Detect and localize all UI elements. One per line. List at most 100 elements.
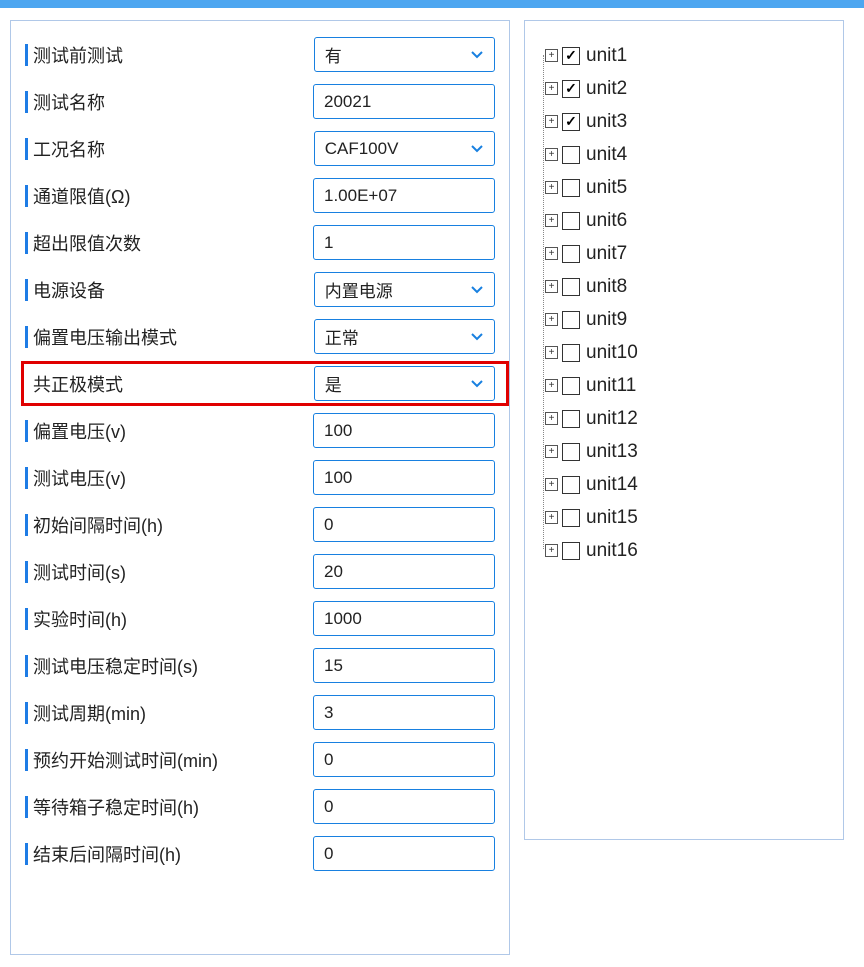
expand-icon[interactable]: + [545, 49, 558, 62]
form-select[interactable]: 内置电源 [314, 272, 495, 307]
form-label: 测试电压(v) [25, 465, 313, 491]
tree-item: +unit8 [537, 270, 831, 303]
unit-checkbox[interactable] [562, 311, 580, 329]
form-label: 测试名称 [25, 89, 313, 115]
unit-label: unit11 [586, 375, 636, 397]
expand-icon[interactable]: + [545, 82, 558, 95]
form-select[interactable]: 有 [314, 37, 495, 72]
unit-label: unit1 [586, 45, 627, 67]
chevron-down-icon [470, 50, 484, 60]
form-input[interactable] [313, 836, 495, 871]
unit-label: unit2 [586, 78, 627, 100]
form-row-12: 实验时间(h) [25, 601, 495, 636]
form-label: 测试前测试 [25, 42, 314, 68]
unit-checkbox[interactable] [562, 80, 580, 98]
expand-icon[interactable]: + [545, 148, 558, 161]
expand-icon[interactable]: + [545, 379, 558, 392]
tree-item: +unit4 [537, 138, 831, 171]
form-input[interactable] [313, 742, 495, 777]
unit-checkbox[interactable] [562, 509, 580, 527]
form-input[interactable] [313, 225, 495, 260]
unit-label: unit14 [586, 474, 638, 496]
form-row-5: 电源设备内置电源 [25, 272, 495, 307]
expand-icon[interactable]: + [545, 313, 558, 326]
tree-item: + unit5 [537, 171, 831, 204]
tree-list: +unit1+unit2+unit3+unit4+unit5+unit6+uni… [537, 39, 831, 567]
form-select[interactable]: 是 [314, 366, 495, 401]
unit-label: unit12 [586, 408, 638, 430]
expand-icon[interactable]: + [545, 247, 558, 260]
form-input[interactable] [313, 178, 495, 213]
unit-label: unit3 [586, 111, 627, 133]
unit-label: unit5 [586, 177, 627, 199]
expand-icon[interactable]: + [545, 115, 558, 128]
form-row-11: 测试时间(s) [25, 554, 495, 589]
tree-item: + unit13 [537, 435, 831, 468]
unit-checkbox[interactable] [562, 113, 580, 131]
form-input[interactable] [313, 413, 495, 448]
top-bar [0, 0, 864, 8]
unit-checkbox[interactable] [562, 179, 580, 197]
form-row-1: 测试名称 [25, 84, 495, 119]
expand-icon[interactable]: + [545, 214, 558, 227]
unit-checkbox[interactable] [562, 542, 580, 560]
form-input[interactable] [313, 460, 495, 495]
tree-item: + unit15 [537, 501, 831, 534]
form-label: 测试时间(s) [25, 559, 313, 585]
unit-checkbox[interactable] [562, 476, 580, 494]
form-select[interactable]: 正常 [314, 319, 495, 354]
tree-item: + unit12 [537, 402, 831, 435]
expand-icon[interactable]: + [545, 445, 558, 458]
expand-icon[interactable]: + [545, 511, 558, 524]
form-label: 实验时间(h) [25, 606, 313, 632]
form-input[interactable] [313, 695, 495, 730]
unit-checkbox[interactable] [562, 278, 580, 296]
tree-item: +unit9 [537, 303, 831, 336]
form-row-10: 初始间隔时间(h) [25, 507, 495, 542]
unit-checkbox[interactable] [562, 212, 580, 230]
form-row-2: 工况名称CAF100V [25, 131, 495, 166]
expand-icon[interactable]: + [545, 478, 558, 491]
form-row-3: 通道限值(Ω) [25, 178, 495, 213]
form-row-17: 结束后间隔时间(h) [25, 836, 495, 871]
form-input[interactable] [313, 84, 495, 119]
unit-checkbox[interactable] [562, 410, 580, 428]
tree-item: + unit11 [537, 369, 831, 402]
unit-label: unit16 [586, 540, 638, 562]
select-value: 内置电源 [325, 277, 393, 302]
form-row-9: 测试电压(v) [25, 460, 495, 495]
tree-item: + unit14 [537, 468, 831, 501]
expand-icon[interactable]: + [545, 181, 558, 194]
unit-label: unit13 [586, 441, 638, 463]
form-input[interactable] [313, 554, 495, 589]
form-label: 结束后间隔时间(h) [25, 841, 313, 867]
tree-item: + unit16 [537, 534, 831, 567]
unit-label: unit7 [586, 243, 627, 265]
unit-checkbox[interactable] [562, 344, 580, 362]
form-input[interactable] [313, 789, 495, 824]
unit-checkbox[interactable] [562, 443, 580, 461]
form-select[interactable]: CAF100V [314, 131, 495, 166]
expand-icon[interactable]: + [545, 346, 558, 359]
form-input[interactable] [313, 601, 495, 636]
form-row-6: 偏置电压输出模式正常 [25, 319, 495, 354]
config-panel: 测试前测试有测试名称工况名称CAF100V通道限值(Ω)超出限值次数电源设备内置… [10, 20, 510, 955]
chevron-down-icon [470, 332, 484, 342]
form-input[interactable] [313, 507, 495, 542]
unit-label: unit10 [586, 342, 638, 364]
unit-checkbox[interactable] [562, 47, 580, 65]
unit-label: unit15 [586, 507, 638, 529]
form-input[interactable] [313, 648, 495, 683]
expand-icon[interactable]: + [545, 544, 558, 557]
form-row-0: 测试前测试有 [25, 37, 495, 72]
form-row-8: 偏置电压(v) [25, 413, 495, 448]
chevron-down-icon [470, 379, 484, 389]
expand-icon[interactable]: + [545, 412, 558, 425]
unit-checkbox[interactable] [562, 245, 580, 263]
unit-checkbox[interactable] [562, 377, 580, 395]
unit-checkbox[interactable] [562, 146, 580, 164]
expand-icon[interactable]: + [545, 280, 558, 293]
form-row-7: 共正极模式是 [25, 366, 495, 401]
form-label: 测试电压稳定时间(s) [25, 653, 313, 679]
form-row-13: 测试电压稳定时间(s) [25, 648, 495, 683]
